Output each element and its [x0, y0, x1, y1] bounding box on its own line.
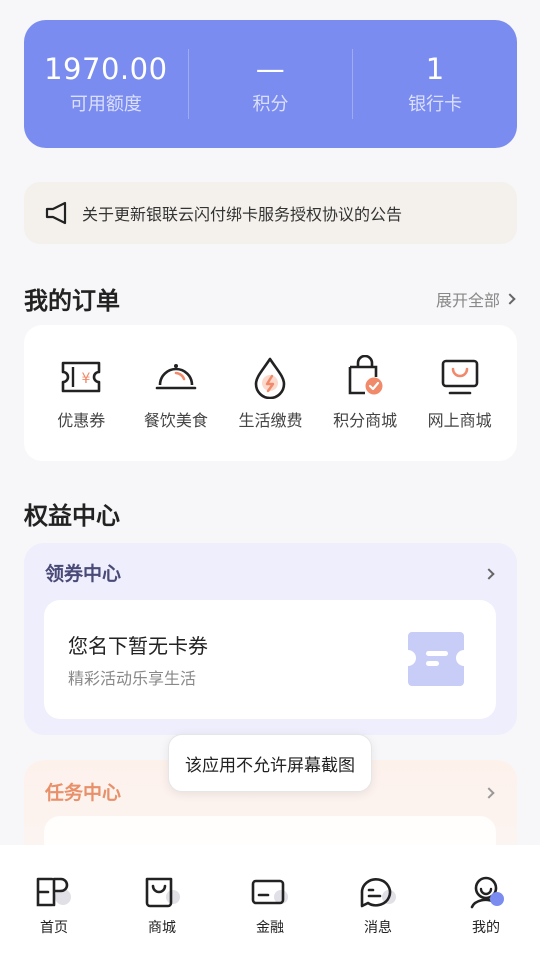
stat-value: 1: [425, 52, 445, 86]
online-mall-icon: [441, 359, 478, 395]
message-icon: [360, 878, 396, 908]
nav-label: 金融: [256, 920, 284, 936]
chevron-right-icon: [504, 293, 516, 305]
coupon-empty-subtext: 精彩活动乐享生活: [68, 669, 197, 688]
points-bag-icon: [348, 355, 383, 395]
coupon-icon: ¥: [61, 361, 101, 393]
nav-label: 商城: [148, 920, 176, 936]
megaphone-icon: [45, 201, 67, 225]
coupon-center-card[interactable]: 领券中心 您名下暂无卡券 精彩活动乐享生活: [24, 543, 517, 735]
order-item-coupon[interactable]: ¥ 优惠券: [41, 355, 121, 431]
coupon-empty-text: 您名下暂无卡券: [68, 634, 208, 658]
expand-all-label: 展开全部: [435, 291, 500, 310]
mall-icon: [145, 877, 180, 908]
order-item-dining[interactable]: 餐饮美食: [136, 355, 216, 431]
order-item-utility[interactable]: 生活缴费: [230, 355, 310, 431]
profile-icon: [470, 876, 504, 909]
dish-cloche-icon: [155, 364, 197, 390]
nav-mall[interactable]: 商城: [122, 875, 202, 955]
card-icon: [251, 879, 288, 905]
order-item-label: 餐饮美食: [143, 411, 208, 430]
ticket-icon: [408, 632, 464, 686]
stat-label: 银行卡: [408, 94, 463, 115]
order-item-online-mall[interactable]: 网上商城: [420, 355, 500, 431]
coupon-empty-panel[interactable]: 您名下暂无卡券 精彩活动乐享生活: [44, 600, 496, 719]
nav-label: 我的: [472, 920, 500, 936]
order-item-label: 积分商城: [333, 411, 398, 430]
account-stats-card: 1970.00 可用额度 — 积分 1 银行卡: [24, 20, 517, 148]
nav-label: 消息: [364, 920, 392, 936]
coupon-center-title: 领券中心: [45, 563, 122, 585]
chevron-right-icon: [483, 787, 495, 799]
chevron-right-icon: [483, 568, 495, 580]
order-item-label: 优惠券: [57, 411, 106, 430]
task-center-title: 任务中心: [45, 782, 122, 804]
expand-all-link[interactable]: 展开全部: [435, 287, 516, 311]
nav-profile[interactable]: 我的: [446, 875, 526, 955]
utility-drop-icon: [255, 357, 286, 399]
nav-label: 首页: [40, 920, 68, 936]
announcement-bar[interactable]: 关于更新银联云闪付绑卡服务授权协议的公告: [24, 182, 517, 244]
order-item-label: 网上商城: [427, 411, 492, 430]
stat-label: 可用额度: [69, 94, 142, 115]
order-item-label: 生活缴费: [238, 411, 303, 430]
stat-points[interactable]: — 积分: [187, 49, 353, 119]
bottom-nav: 首页 商城 金融 消息 我的: [0, 845, 540, 955]
stat-label: 积分: [252, 94, 289, 115]
svg-text:¥: ¥: [82, 371, 91, 387]
stat-value: —: [255, 52, 286, 86]
order-item-points-mall[interactable]: 积分商城: [325, 355, 405, 431]
orders-card: ¥ 优惠券 餐饮美食 生活缴费 积分商城 网上商城: [24, 325, 517, 461]
rights-title: 权益中心: [24, 502, 120, 530]
nav-messages[interactable]: 消息: [338, 875, 418, 955]
nav-home[interactable]: 首页: [14, 875, 94, 955]
orders-title: 我的订单: [24, 287, 120, 315]
nav-finance[interactable]: 金融: [230, 875, 310, 955]
stat-bank-cards[interactable]: 1 银行卡: [352, 49, 517, 119]
home-icon: [36, 877, 71, 907]
announcement-text: 关于更新银联云闪付绑卡服务授权协议的公告: [82, 205, 403, 224]
stat-credit[interactable]: 1970.00 可用额度: [24, 49, 188, 119]
stat-value: 1970.00: [44, 52, 168, 86]
toast-message: 该应用不允许屏幕截图: [168, 734, 372, 792]
